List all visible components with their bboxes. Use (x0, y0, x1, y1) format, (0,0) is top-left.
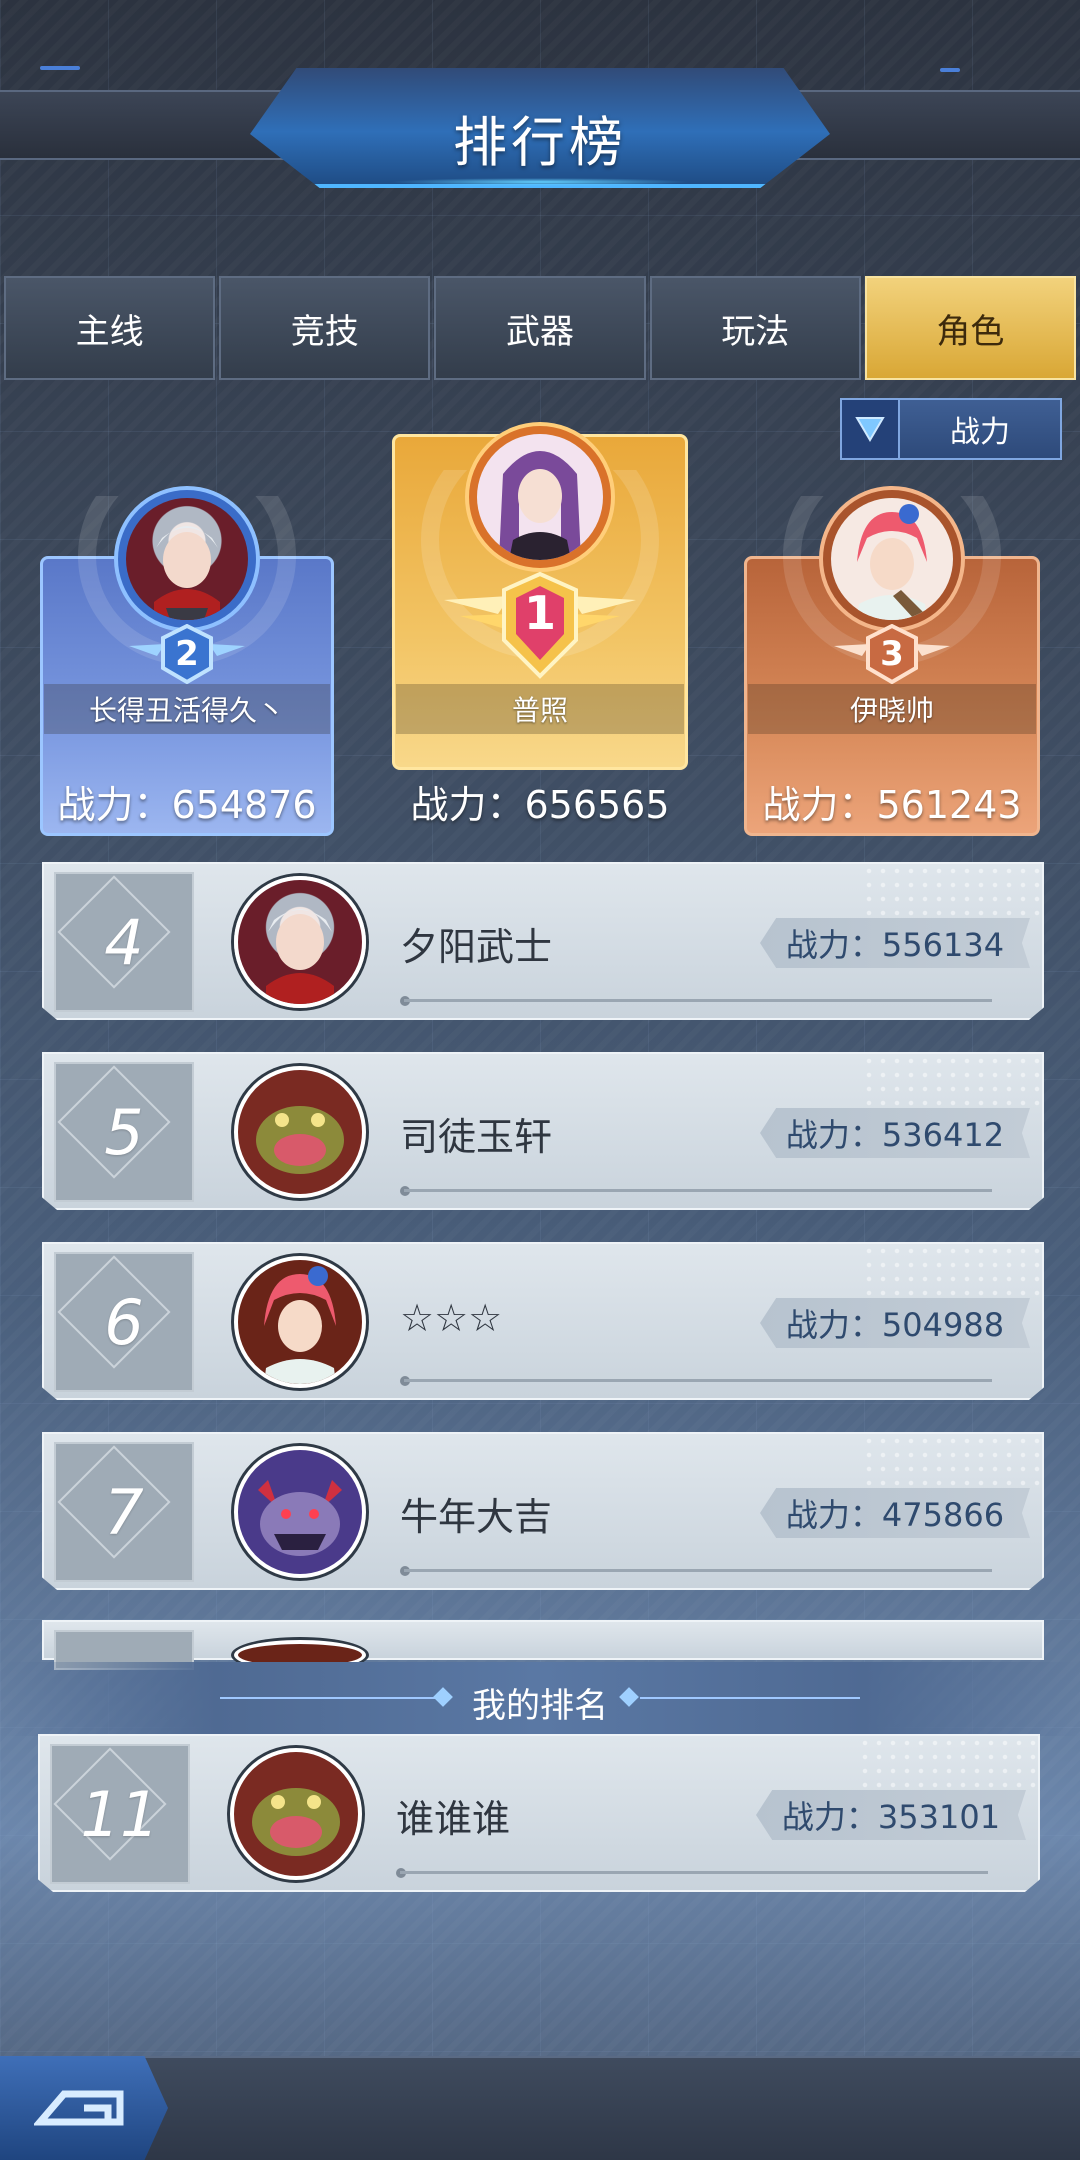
avatar (234, 1446, 366, 1578)
table-row[interactable]: 6 ☆☆☆ 战力：504988 (42, 1242, 1044, 1400)
player-power: 战力：353101 (756, 1790, 1026, 1840)
player-name: 司徒玉轩 (400, 1115, 553, 1159)
player-name: 牛年大吉 (400, 1495, 553, 1539)
avatar (230, 1748, 362, 1880)
table-row[interactable]: 5 司徒玉轩 战力：536412 (42, 1052, 1044, 1210)
avatar (234, 1066, 366, 1198)
podium-first-power: 战力：656565 (410, 783, 670, 827)
page-title: 排行榜 (453, 111, 627, 174)
my-rank-label: 我的排名 (472, 1686, 608, 1726)
tab-gameplay[interactable]: 玩法 (649, 276, 861, 380)
player-power: 战力：556134 (760, 918, 1030, 968)
avatar (234, 1256, 366, 1388)
player-name: 夕阳武士 (400, 925, 553, 969)
podium-second-name: 长得丑活得久丶 (44, 684, 330, 734)
rank-2-badge: 2 (127, 624, 247, 684)
avatar (234, 876, 366, 1008)
player-power: 战力：536412 (760, 1108, 1030, 1158)
rank-number: 6 (104, 1285, 144, 1359)
podium-second[interactable]: 2 长得丑活得久丶 战力：654876 (40, 486, 334, 836)
tab-arena[interactable]: 竞技 (219, 276, 431, 380)
rank-number: 4 (104, 905, 144, 979)
sort-dropdown[interactable]: 战力 (840, 398, 1062, 460)
podium-third-name: 伊晓帅 (748, 684, 1036, 734)
podium-third[interactable]: 3 伊晓帅 战力：561243 (744, 486, 1040, 836)
triangle-down-icon (842, 400, 900, 458)
avatar (465, 422, 615, 572)
table-row-partial (42, 1620, 1044, 1670)
category-tabs: 主线 竞技 武器 玩法 角色 (4, 276, 1077, 380)
player-name: ☆☆☆ (400, 1296, 503, 1340)
rank-number: 5 (104, 1095, 144, 1169)
player-name: 谁谁谁 (396, 1797, 511, 1841)
rank-number: 11 (80, 1777, 160, 1851)
my-rank-row[interactable]: 11 谁谁谁 战力：353101 (38, 1734, 1040, 1892)
player-power: 战力：475866 (760, 1488, 1030, 1538)
table-row[interactable]: 7 牛年大吉 战力：475866 (42, 1432, 1044, 1590)
player-power: 战力：504988 (760, 1298, 1030, 1348)
title-header: 排行榜 (0, 60, 1080, 190)
podium-second-power: 战力：654876 (57, 783, 317, 827)
podium-first-name: 普照 (396, 684, 684, 734)
avatar (114, 486, 260, 632)
tab-weapon[interactable]: 武器 (434, 276, 646, 380)
rank-1-badge: 1 (440, 570, 640, 680)
back-button[interactable] (0, 2056, 168, 2160)
rank-3-badge: 3 (832, 624, 952, 684)
back-arrow-icon (34, 2090, 124, 2126)
tab-character[interactable]: 角色 (864, 276, 1077, 380)
podium-first[interactable]: 1 普照 战力：656565 (392, 422, 688, 827)
podium-third-power: 战力：561243 (762, 783, 1022, 827)
avatar (819, 486, 965, 632)
sort-label: 战力 (950, 415, 1010, 450)
table-row[interactable]: 4 夕阳武士 战力：556134 (42, 862, 1044, 1020)
rank-number: 7 (104, 1475, 144, 1549)
tab-mainline[interactable]: 主线 (4, 276, 216, 380)
